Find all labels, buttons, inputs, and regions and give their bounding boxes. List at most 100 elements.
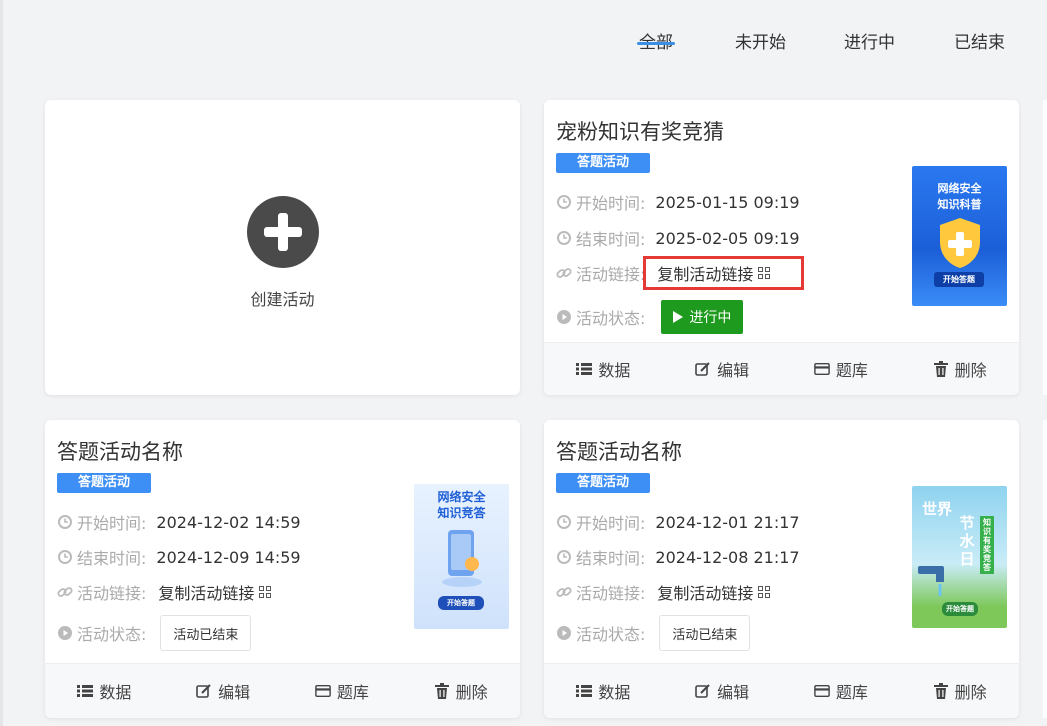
status-ended-badge: 活动已结束	[160, 615, 252, 651]
start-time-value: 2024-12-01 21:17	[655, 512, 800, 532]
poster-line1: 世界	[921, 500, 952, 518]
left-edge	[0, 0, 3, 726]
copy-link-button[interactable]: 复制活动链接	[158, 580, 272, 604]
data-button[interactable]: 数据	[576, 357, 630, 381]
qrcode-icon[interactable]	[758, 586, 771, 598]
data-button[interactable]: 数据	[77, 679, 131, 703]
delete-label: 删除	[954, 683, 987, 702]
activity-card: 答题活动名称 答题活动 开始时间: 2024-12-02 14:59 结束时间:…	[45, 420, 520, 718]
delete-label: 删除	[954, 361, 987, 380]
activity-title: 答题活动名称	[556, 440, 682, 464]
end-time-row: 结束时间: 2024-12-08 21:17	[556, 545, 800, 569]
highlight-box	[643, 256, 804, 290]
create-activity-card[interactable]: 创建活动	[45, 100, 520, 395]
link-icon	[556, 265, 572, 281]
play-circle-icon	[57, 625, 73, 641]
trash-icon	[434, 683, 450, 699]
list-icon	[576, 683, 593, 699]
question-bank-label: 题库	[835, 361, 868, 380]
list-icon	[77, 683, 94, 699]
activity-card: 宠粉知识有奖竞猜 答题活动 开始时间: 2025-01-15 09:19 结束时…	[544, 100, 1019, 395]
activity-status-label: 活动状态:	[576, 625, 646, 644]
status-running-badge: 进行中	[661, 300, 744, 334]
question-bank-button[interactable]: 题库	[315, 679, 369, 703]
end-time-row: 结束时间: 2025-02-05 09:19	[556, 226, 800, 250]
card-icon	[814, 361, 830, 377]
edit-button[interactable]: 编辑	[695, 679, 749, 703]
plus-icon[interactable]	[246, 195, 319, 268]
end-time-value: 2024-12-08 21:17	[655, 547, 800, 567]
end-time-label: 结束时间:	[576, 549, 646, 568]
phone-icon	[442, 530, 482, 587]
activity-link-label: 活动链接:	[576, 265, 646, 284]
edit-label: 编辑	[717, 683, 750, 702]
copy-link-button[interactable]: 复制活动链接	[657, 580, 771, 604]
delete-label: 删除	[455, 683, 488, 702]
activity-type-badge: 答题活动	[556, 153, 650, 173]
offscreen-card-edge	[1043, 420, 1047, 718]
activity-status-label: 活动状态:	[576, 309, 646, 328]
status-text: 进行中	[689, 310, 732, 326]
activity-status-label: 活动状态:	[77, 625, 147, 644]
activity-title: 答题活动名称	[57, 440, 183, 464]
edit-button[interactable]: 编辑	[695, 357, 749, 381]
tab-all[interactable]: 全部	[637, 0, 675, 53]
activity-poster: 网络安全 知识科普 开始答题	[912, 166, 1007, 306]
clock-icon	[57, 549, 73, 565]
poster-side-text: 知识有奖竞答	[980, 516, 994, 574]
start-time-value: 2024-12-02 14:59	[156, 512, 301, 532]
question-bank-button[interactable]: 题库	[814, 679, 868, 703]
play-circle-icon	[556, 309, 572, 325]
activity-status-row: 活动状态: 活动已结束	[556, 615, 751, 651]
tab-in-progress[interactable]: 进行中	[844, 0, 895, 53]
edit-button[interactable]: 编辑	[196, 679, 250, 703]
end-time-label: 结束时间:	[77, 549, 147, 568]
list-icon	[576, 361, 593, 377]
start-time-value: 2025-01-15 09:19	[655, 192, 800, 212]
start-time-row: 开始时间: 2024-12-02 14:59	[57, 510, 301, 534]
poster-button: 开始答题	[438, 596, 484, 610]
tab-ended[interactable]: 已结束	[954, 0, 1005, 53]
end-time-value: 2024-12-09 14:59	[156, 547, 301, 567]
poster-line2: 知识竞答	[437, 506, 486, 520]
activity-card: 答题活动名称 答题活动 开始时间: 2024-12-01 21:17 结束时间:…	[544, 420, 1019, 718]
delete-button[interactable]: 删除	[933, 357, 987, 381]
delete-button[interactable]: 删除	[434, 679, 488, 703]
question-bank-button[interactable]: 题库	[814, 357, 868, 381]
start-time-label: 开始时间:	[576, 194, 646, 213]
play-icon	[673, 311, 684, 323]
activity-type-badge: 答题活动	[57, 473, 151, 493]
data-label: 数据	[598, 683, 631, 702]
clock-icon	[556, 230, 572, 246]
poster-button: 开始答题	[942, 602, 978, 616]
card-icon	[315, 683, 331, 699]
activity-link-label: 活动链接:	[576, 584, 646, 603]
tab-not-started[interactable]: 未开始	[735, 0, 786, 53]
activity-title: 宠粉知识有奖竞猜	[556, 120, 724, 144]
card-icon	[814, 683, 830, 699]
copy-link-text: 复制活动链接	[657, 584, 754, 603]
trash-icon	[933, 683, 949, 699]
activity-type-badge: 答题活动	[556, 473, 650, 493]
data-label: 数据	[598, 361, 631, 380]
question-bank-label: 题库	[835, 683, 868, 702]
activity-poster: 网络安全 知识竞答 开始答题	[414, 484, 509, 629]
poster-line2: 知识科普	[937, 198, 982, 211]
card-footer: 数据 编辑 题库 删除	[45, 663, 520, 718]
edit-label: 编辑	[218, 683, 251, 702]
activity-link-row: 活动链接: 复制活动链接	[556, 580, 771, 604]
question-bank-label: 题库	[336, 683, 369, 702]
qrcode-icon[interactable]	[259, 586, 272, 598]
clock-icon	[57, 514, 73, 530]
data-button[interactable]: 数据	[576, 679, 630, 703]
poster-line2: 节水日	[959, 514, 975, 568]
shield-icon	[940, 218, 980, 268]
start-time-label: 开始时间:	[576, 514, 646, 533]
start-time-row: 开始时间: 2025-01-15 09:19	[556, 190, 800, 214]
poster-line1: 网络安全	[437, 490, 486, 504]
activity-link-row: 活动链接: 复制活动链接	[57, 580, 272, 604]
start-time-row: 开始时间: 2024-12-01 21:17	[556, 510, 800, 534]
status-ended-badge: 活动已结束	[659, 615, 751, 651]
clock-icon	[556, 194, 572, 210]
delete-button[interactable]: 删除	[933, 679, 987, 703]
